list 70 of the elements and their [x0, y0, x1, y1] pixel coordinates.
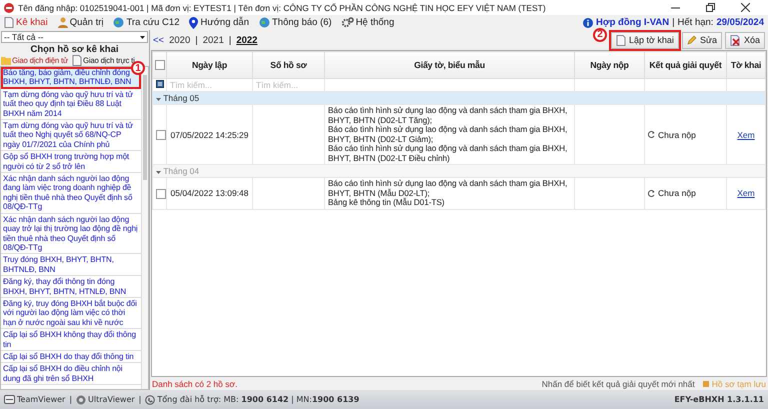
user-icon [58, 17, 68, 28]
scrollbar[interactable] [141, 67, 148, 389]
menu-item[interactable]: Thông báo (6) [259, 17, 332, 28]
expiry-date: 29/05/2024 [716, 17, 764, 28]
separator-text: | [228, 34, 232, 46]
version-label: EFY-eBHXH 1.3.1.11 [674, 395, 764, 404]
column-header[interactable]: Ngày lập [166, 52, 252, 78]
phone-icon [145, 394, 156, 404]
menu-item[interactable]: Kê khai [4, 17, 48, 28]
collapse-icon[interactable] [156, 171, 161, 174]
contract-link[interactable]: Hợp đồng I-VAN [596, 17, 670, 28]
column-header[interactable]: Giấy tờ, biểu mẫu [324, 52, 574, 78]
support-hotline: Tổng đài hỗ trợ: MB: 1900 6142 | MN:1900 6139 [157, 395, 360, 404]
separator-text: | [69, 395, 72, 404]
table-cell: Báo cáo tình hình sử dụng lao động và danh sách tham gia BHXH, BHYT, BHTN (Mẫu D02-LT); Bảng kê thông tin (Mẫu D01-TS) [324, 178, 574, 209]
table-cell: 05/04/2022 13:09:48 [166, 178, 252, 209]
panel-heading: Chọn hồ sơ kê khai [29, 44, 120, 55]
filter-icon[interactable] [156, 80, 164, 88]
app-label[interactable]: UltraViewer [88, 395, 135, 404]
column-header[interactable]: Kết quả giải quyết [644, 52, 726, 78]
separator-text: | [138, 395, 142, 404]
legend-label: Hồ sơ tạm lưu [712, 378, 766, 388]
refresh-hint-link[interactable]: Nhấn để biết kết quả giải quyết mới nhất [542, 378, 695, 388]
column-header[interactable]: Ngày nộp [574, 52, 644, 78]
app-icon[interactable] [76, 394, 86, 404]
refresh-icon[interactable] [648, 131, 655, 138]
record-count: Danh sách có 2 hồ sơ. [152, 378, 238, 388]
separator-text: | [195, 34, 198, 46]
globe-icon [113, 17, 124, 28]
toolbar-button[interactable]: Xóa [724, 32, 765, 48]
group-row[interactable]: Tháng 05 [152, 92, 766, 104]
status-text: Chưa nộp [658, 188, 696, 198]
list-item[interactable]: Cấp lại sổ BHXH do thay đổi thông tin [1, 350, 141, 364]
checkbox[interactable] [156, 188, 166, 199]
checkbox[interactable] [154, 60, 164, 70]
menu-item[interactable]: Hệ thống [342, 17, 394, 28]
delete-icon [730, 34, 741, 46]
filter-dropdown[interactable]: -- Tất cả -- [1, 31, 148, 43]
pencil-icon [686, 35, 697, 45]
year-tab[interactable]: 2021 [202, 34, 224, 46]
view-link[interactable]: Xem [737, 130, 755, 140]
menu-item[interactable]: Tra cứu C12 [113, 17, 180, 28]
year-tab[interactable]: 2022 [236, 34, 258, 46]
window-title: Tên đăng nhập: 0102519041-001 | Mã đơn vị: EYTEST1 | Tên đơn vị: CÔNG TY CỔ PHẦN CÔNG NGHỆ TIN HỌC EFY VIỆT NAM (TEST) [18, 2, 547, 12]
toolbar-button[interactable]: Lập tờ khai [611, 32, 679, 48]
refresh-icon[interactable] [648, 190, 655, 197]
column-header[interactable]: Tờ khai [726, 52, 766, 78]
collapse-icon[interactable] [156, 98, 161, 101]
status-text: Chưa nộp [658, 130, 696, 140]
previous-years-link[interactable]: << [153, 34, 164, 46]
app-logo-icon [4, 2, 14, 12]
expiry-label: Hết hạn: [678, 17, 714, 28]
menu-item[interactable]: Quản trị [58, 17, 104, 28]
year-tab[interactable]: 2020 [169, 34, 190, 46]
column-header[interactable]: Số hồ sơ [252, 52, 324, 78]
separator-text: | [672, 17, 675, 28]
checkbox[interactable] [156, 130, 166, 140]
location-pin-icon [189, 16, 198, 28]
view-link[interactable]: Xem [737, 188, 755, 198]
info-icon [582, 18, 593, 28]
app-label[interactable]: TeamViewer [17, 395, 66, 404]
close-icon[interactable] [741, 3, 750, 12]
settings-icon [342, 17, 354, 28]
app-icon[interactable] [4, 395, 15, 404]
globe-icon [259, 17, 270, 28]
dropdown-icon [140, 36, 145, 38]
document-icon [616, 34, 626, 46]
toolbar-button[interactable]: Sửa [682, 32, 722, 48]
restore-icon[interactable] [706, 3, 715, 12]
menu-item[interactable]: Hướng dẫn [189, 16, 249, 28]
